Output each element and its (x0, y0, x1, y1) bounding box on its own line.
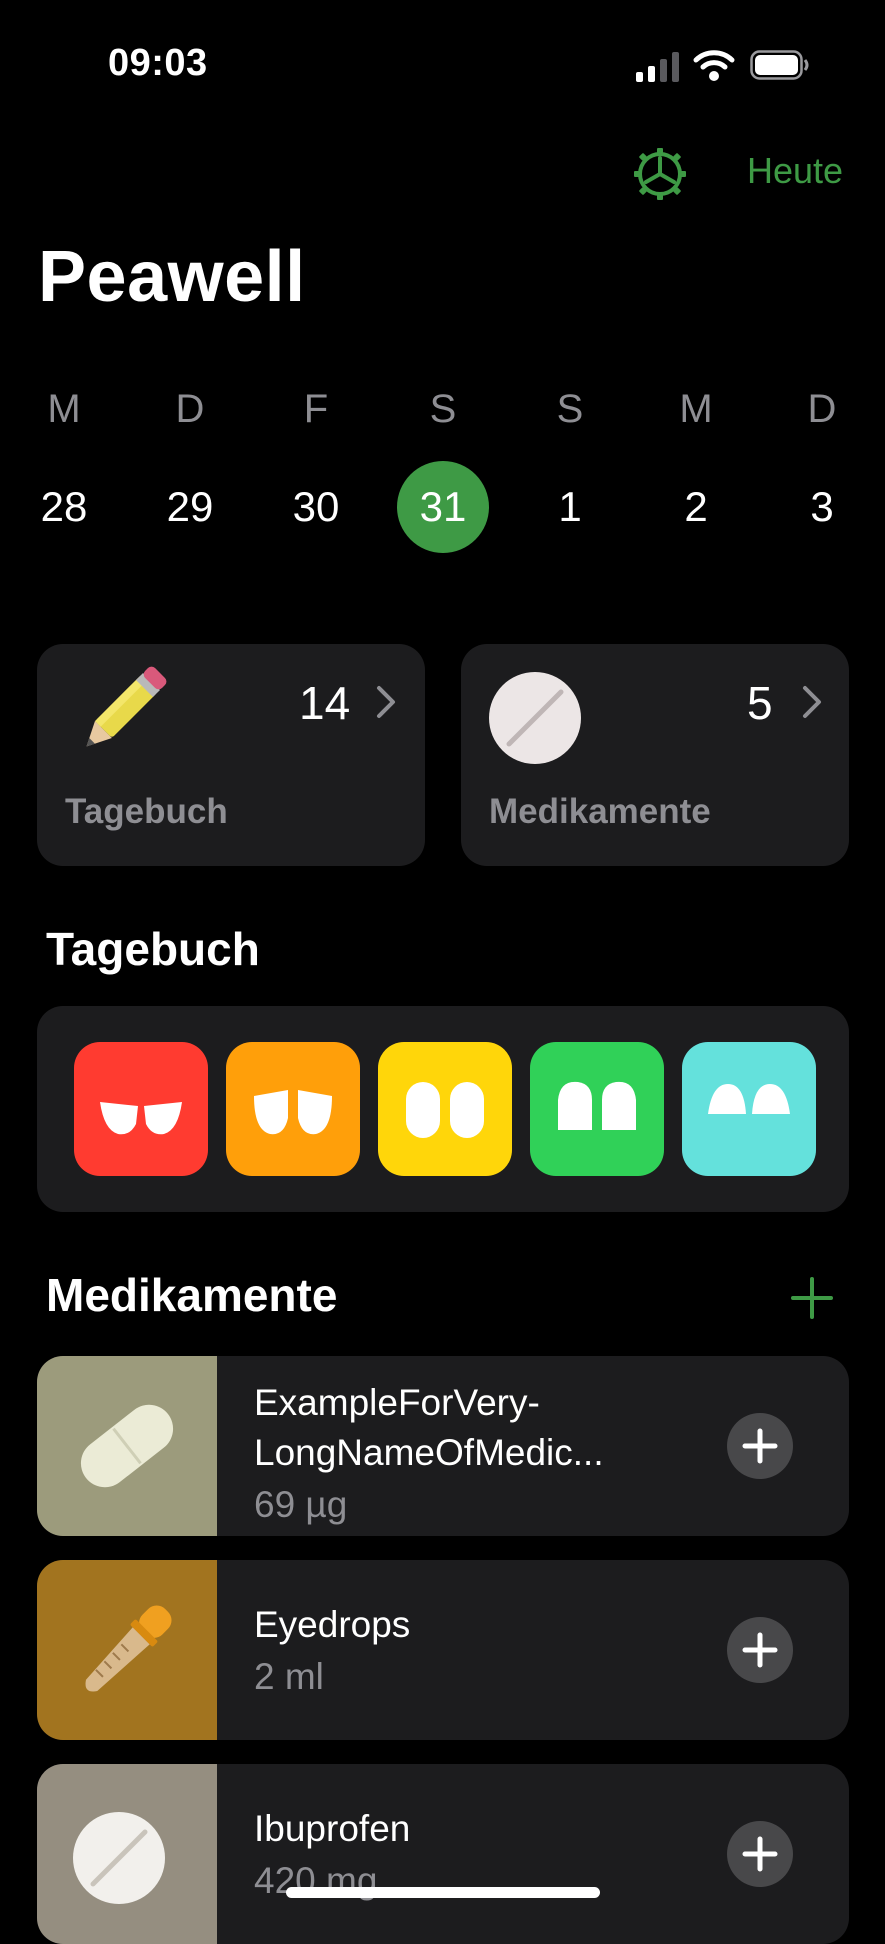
mood-eyes-icon (100, 1102, 182, 1135)
battery-icon (750, 50, 809, 80)
settings-gear-icon[interactable] (632, 146, 688, 202)
capsule-icon (80, 1404, 174, 1488)
day-cell[interactable]: S 1 (524, 385, 616, 553)
medications-summary-card[interactable]: 5 Medikamente (461, 644, 849, 866)
day-cell-selected[interactable]: S 31 (397, 385, 489, 553)
medication-row[interactable]: Eyedrops 2 ml (37, 1560, 849, 1740)
page-title: Peawell (38, 237, 306, 317)
diary-card-label: Tagebuch (65, 792, 228, 831)
plus-icon (742, 1632, 778, 1668)
medication-dose: 69 µg (254, 1484, 348, 1525)
medication-thumbnail (37, 1764, 217, 1944)
mood-button-bad[interactable] (226, 1042, 360, 1176)
tablet-icon (73, 1812, 165, 1904)
diary-summary-card[interactable]: 14 Tagebuch (37, 644, 425, 866)
mood-eyes-icon (558, 1081, 636, 1130)
day-cell[interactable]: D 29 (144, 385, 236, 553)
dropper-icon (85, 1605, 172, 1692)
medication-name: Eyedrops (254, 1604, 411, 1645)
day-of-week-label: F (303, 387, 329, 431)
day-number: 28 (40, 483, 88, 530)
day-of-week-label: M (47, 387, 81, 431)
mood-button-good[interactable] (530, 1042, 664, 1176)
chevron-right-icon (803, 686, 821, 718)
day-of-week-label: M (679, 387, 713, 431)
chevron-right-icon (377, 686, 395, 718)
medication-dose: 2 ml (254, 1656, 324, 1697)
status-time: 09:03 (108, 42, 208, 84)
medication-thumbnail (37, 1356, 217, 1536)
day-of-week-label: S (429, 387, 457, 431)
medication-name: Ibuprofen (254, 1808, 411, 1849)
day-cell[interactable]: M 2 (650, 385, 742, 553)
day-number: 30 (292, 483, 340, 530)
medication-thumbnail (37, 1560, 217, 1740)
cellular-signal-icon (636, 52, 679, 82)
pill-icon (489, 672, 581, 764)
medication-name-line2: LongNameOfMedic... (254, 1432, 604, 1473)
mood-eyes-icon (708, 1084, 790, 1114)
today-button[interactable]: Heute (747, 150, 843, 192)
day-cell[interactable]: F 30 (270, 385, 362, 553)
plus-icon (742, 1428, 778, 1464)
add-medication-icon[interactable] (790, 1276, 834, 1320)
log-intake-button[interactable] (727, 1617, 793, 1683)
log-intake-button[interactable] (727, 1413, 793, 1479)
day-number: 31 (397, 461, 489, 553)
medication-row[interactable]: ExampleForVery- LongNameOfMedic... 69 µg (37, 1356, 849, 1536)
home-indicator[interactable] (286, 1887, 600, 1898)
wifi-icon (693, 50, 735, 81)
mood-button-very-good[interactable] (682, 1042, 816, 1176)
day-of-week-label: S (556, 387, 584, 431)
day-number: 3 (810, 483, 834, 530)
day-of-week-label: D (175, 387, 205, 431)
medication-row[interactable]: Ibuprofen 420 mg (37, 1764, 849, 1944)
medications-count: 5 (747, 677, 773, 729)
diary-section-title: Tagebuch (46, 923, 260, 975)
day-of-week-label: D (807, 387, 837, 431)
day-cell[interactable]: M 28 (18, 385, 110, 553)
day-number: 2 (684, 483, 708, 530)
pencil-icon (86, 666, 167, 747)
medications-card-label: Medikamente (489, 792, 711, 831)
medications-section-title: Medikamente (46, 1269, 338, 1321)
mood-button-very-bad[interactable] (74, 1042, 208, 1176)
mood-button-neutral[interactable] (378, 1042, 512, 1176)
mood-eyes-icon (254, 1090, 332, 1135)
day-number: 29 (166, 483, 214, 530)
mood-picker (37, 1006, 849, 1212)
diary-count: 14 (299, 677, 351, 729)
day-cell[interactable]: D 3 (776, 385, 868, 553)
medication-name: ExampleForVery- (254, 1382, 540, 1423)
log-intake-button[interactable] (727, 1821, 793, 1887)
mood-eyes-icon (406, 1082, 484, 1138)
week-strip: M 28 D 29 F 30 S 31 S 1 M 2 D 3 (0, 385, 885, 555)
plus-icon (742, 1836, 778, 1872)
day-number: 1 (558, 483, 582, 530)
